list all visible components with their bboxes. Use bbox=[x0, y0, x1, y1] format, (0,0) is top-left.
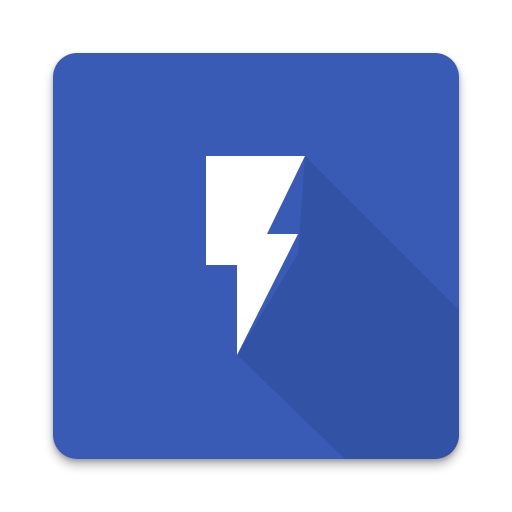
lightning-bolt-icon bbox=[53, 53, 459, 459]
app-icon-tile[interactable] bbox=[53, 53, 459, 459]
app-icon-canvas bbox=[0, 0, 512, 512]
